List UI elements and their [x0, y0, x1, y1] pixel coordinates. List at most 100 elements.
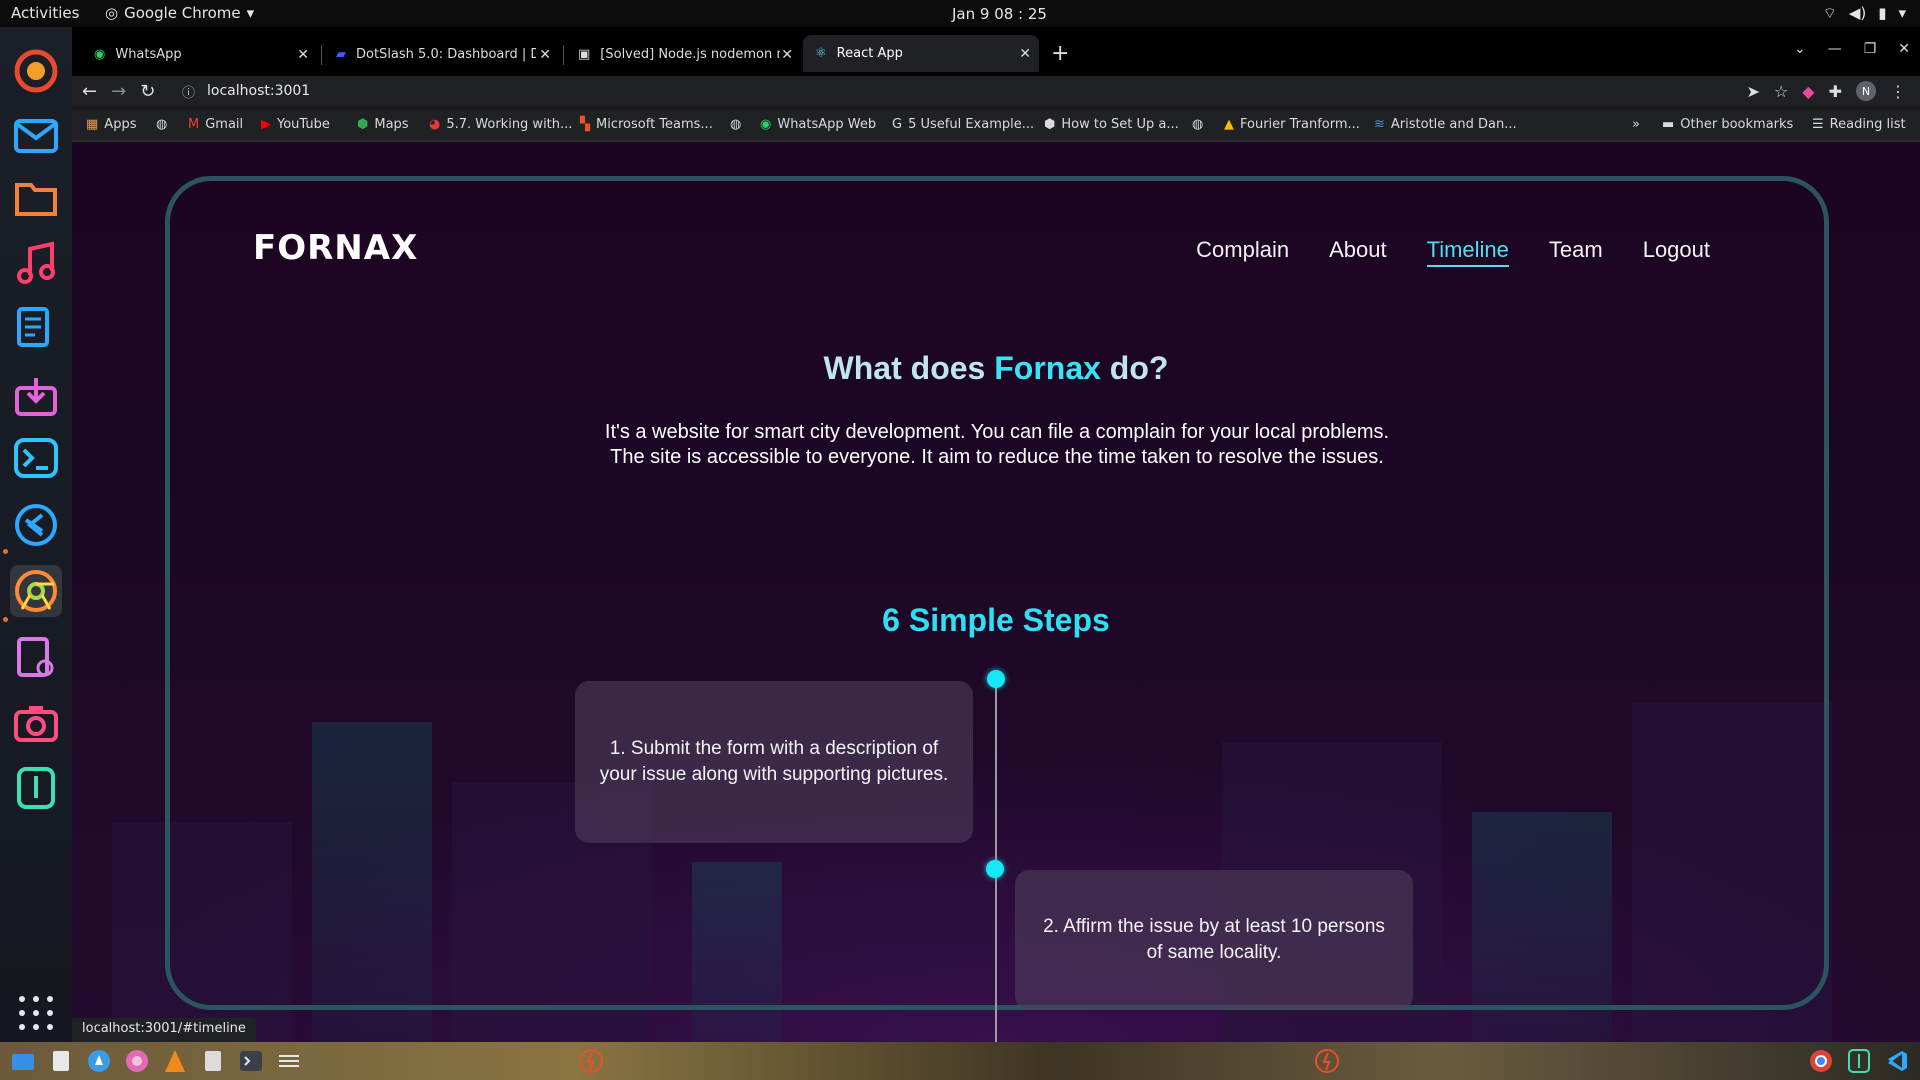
bookmark-apps[interactable]: ▦ Apps [86, 117, 136, 132]
bookmark-globe-2[interactable]: ◍ [730, 117, 741, 132]
toolbar-actions: ➤ ☆ ◆ ✚ N ⋮ [1747, 81, 1906, 101]
back-arrow-icon[interactable]: ← [82, 81, 97, 102]
maps-icon: ⬢ [357, 117, 369, 132]
app-menu[interactable]: ◎ Google Chrome ▾ [105, 4, 254, 22]
document-icon[interactable] [200, 1048, 226, 1074]
bookmark-globe[interactable]: ◍ [156, 117, 167, 132]
bookmark-microsoft-teams[interactable]: ▚ Microsoft Teams... [580, 117, 713, 132]
chevron-down-icon: ▾ [1898, 4, 1906, 22]
power-icon[interactable] [1314, 1048, 1340, 1074]
nav-logout[interactable]: Logout [1643, 237, 1710, 267]
reload-icon[interactable]: ↻ [140, 81, 155, 102]
minimize-icon[interactable]: — [1828, 41, 1842, 57]
settings-sliders-icon[interactable] [276, 1048, 302, 1074]
terminal-icon[interactable] [10, 432, 62, 484]
activities-button[interactable]: Activities [11, 4, 79, 22]
system-monitor-icon[interactable] [10, 762, 62, 814]
bookmark-whatsapp-web[interactable]: ◉ WhatsApp Web [760, 117, 876, 132]
system-tray[interactable]: ⌔ ◀) ▮ ▾ [1823, 4, 1906, 23]
bookmark-gmail[interactable]: M Gmail [188, 117, 243, 132]
bookmark-how-to-set-up[interactable]: ⬢ How to Set Up a... [1044, 117, 1179, 132]
show-apps-icon[interactable] [10, 987, 62, 1039]
extensions-puzzle-icon[interactable]: ✚ [1829, 82, 1842, 101]
close-icon[interactable]: ✕ [297, 47, 309, 63]
other-bookmarks[interactable]: ▬ Other bookmarks [1662, 117, 1793, 132]
close-icon[interactable]: ✕ [539, 47, 551, 63]
send-icon[interactable]: ➤ [1747, 82, 1760, 101]
tab-search-icon[interactable]: ⌄ [1794, 41, 1806, 57]
bookmark-globe-3[interactable]: ◍ [1192, 117, 1203, 132]
address-bar[interactable]: ⓘ localhost:3001 [180, 76, 1860, 106]
tab-dotslash[interactable]: ▰ DotSlash 5.0: Dashboard | De ✕ [324, 37, 559, 72]
url-text: localhost:3001 [207, 83, 311, 99]
nav-team[interactable]: Team [1549, 237, 1603, 267]
folder-icon[interactable] [10, 172, 62, 224]
chrome-taskbar-icon[interactable] [1808, 1048, 1834, 1074]
terminal-small-icon[interactable] [238, 1048, 264, 1074]
react-icon: ⚛ [815, 46, 827, 61]
bookmark-star-icon[interactable]: ☆ [1774, 82, 1788, 101]
heading-post: do? [1100, 350, 1169, 386]
reading-list[interactable]: ☰ Reading list [1812, 117, 1906, 132]
step-text: 1. Submit the form with a description of… [599, 738, 949, 785]
nav-timeline[interactable]: Timeline [1426, 237, 1509, 267]
vlc-icon[interactable] [162, 1048, 188, 1074]
tab-solved-nodemon[interactable]: ▣ [Solved] Node.js nodemon nc ✕ [566, 37, 801, 72]
gmail-icon: M [188, 117, 200, 132]
timeline-dot [986, 860, 1004, 878]
microsoft-icon: ▚ [580, 117, 590, 132]
forward-arrow-icon[interactable]: → [111, 81, 126, 102]
browser-toolbar: ← → ↻ ⓘ localhost:3001 ➤ ☆ ◆ ✚ N ⋮ [72, 76, 1920, 106]
vscode-taskbar-icon[interactable] [1884, 1048, 1910, 1074]
music-icon[interactable] [10, 237, 62, 289]
content-frame [165, 176, 1829, 1010]
bookmark-youtube[interactable]: ▶ YouTube [261, 117, 330, 132]
software-install-icon[interactable] [10, 370, 62, 422]
step-card-1: 1. Submit the form with a description of… [575, 681, 973, 843]
document-editor-icon[interactable] [10, 302, 62, 354]
red-bookmark-icon: ◕ [429, 117, 441, 132]
chevron-down-icon: ▾ [246, 4, 255, 22]
tab-react-app[interactable]: ⚛ React App ✕ [803, 35, 1039, 72]
whatsapp-icon: ◉ [94, 47, 106, 62]
mail-icon[interactable] [10, 110, 62, 162]
close-icon[interactable]: ✕ [781, 47, 793, 63]
vscode-icon[interactable] [10, 499, 62, 551]
wifi-icon: ⌔ [1822, 4, 1837, 22]
site-logo[interactable]: FORNAX [253, 228, 418, 268]
clock[interactable]: Jan 9 08 : 25 [952, 5, 1047, 23]
browser-compass-icon[interactable] [86, 1048, 112, 1074]
new-tab-button[interactable]: + [1051, 41, 1069, 66]
bookmark-useful-examples[interactable]: G5 Useful Example... [892, 117, 1034, 132]
power-icon[interactable] [578, 1048, 604, 1074]
more-menu-icon[interactable]: ⋮ [1890, 82, 1906, 101]
tab-strip: ◉ WhatsApp ✕ ▰ DotSlash 5.0: Dashboard |… [72, 27, 1920, 82]
nav-buttons: ← → ↻ [82, 81, 155, 102]
volume-icon: ◀) [1848, 4, 1867, 22]
bookmark-fourier[interactable]: ▲ Fourier Tranform... [1224, 117, 1360, 132]
camera-icon[interactable] [10, 697, 62, 749]
close-window-icon[interactable]: ✕ [1898, 41, 1910, 57]
files-icon[interactable] [10, 1048, 36, 1074]
profile-avatar[interactable]: N [1856, 81, 1876, 101]
tab-title: DotSlash 5.0: Dashboard | De [356, 47, 536, 62]
chrome-icon[interactable] [10, 565, 62, 617]
close-icon[interactable]: ✕ [1019, 46, 1031, 62]
bookmark-maps[interactable]: ⬢ Maps [357, 117, 409, 132]
color-picker-extension-icon[interactable]: ◆ [1802, 82, 1814, 101]
system-monitor-taskbar-icon[interactable] [1846, 1048, 1872, 1074]
window-controls: ⌄ — ❐ ✕ [1794, 41, 1910, 57]
firefox-icon[interactable] [10, 45, 62, 97]
document-viewer-icon[interactable] [10, 632, 62, 684]
bookmark-aristotle[interactable]: ≋ Aristotle and Dan... [1374, 117, 1517, 132]
text-file-icon[interactable] [48, 1048, 74, 1074]
info-icon[interactable]: ⓘ [182, 82, 195, 101]
nav-complain[interactable]: Complain [1196, 237, 1289, 267]
g-icon: G [892, 117, 903, 132]
bookmarks-overflow[interactable]: » [1632, 117, 1640, 132]
restore-icon[interactable]: ❐ [1864, 41, 1877, 57]
tab-whatsapp[interactable]: ◉ WhatsApp ✕ [82, 37, 317, 72]
bookmark-working-with[interactable]: ◕ 5.7. Working with... [429, 117, 572, 132]
pink-app-icon[interactable] [124, 1048, 150, 1074]
nav-about[interactable]: About [1329, 237, 1387, 267]
